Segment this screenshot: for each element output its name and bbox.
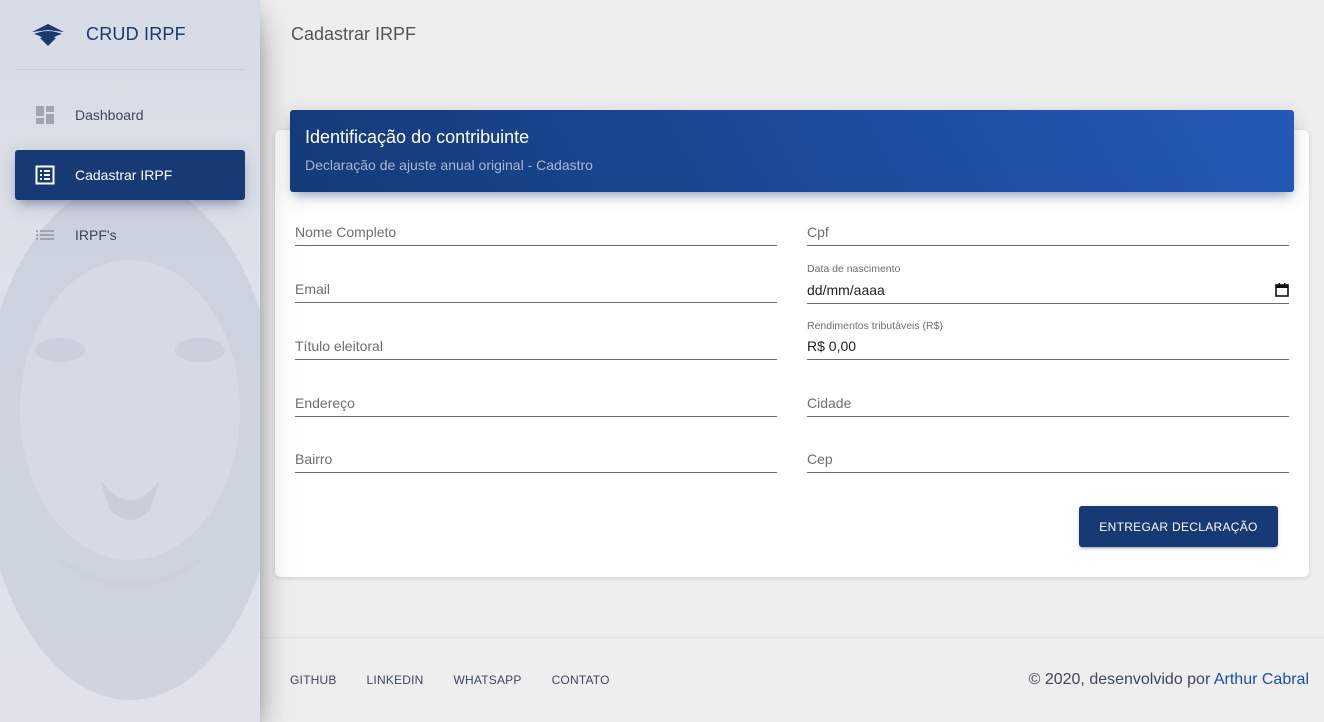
copyright-text: © 2020, desenvolvido por <box>1028 671 1211 688</box>
email-placeholder: Email <box>295 281 331 297</box>
card-header: Identificação do contribuinte Declaração… <box>290 110 1294 192</box>
entregar-declaracao-button[interactable]: ENTREGAR DECLARAÇÃO <box>1079 506 1278 547</box>
endereco-field[interactable]: Endereço <box>295 371 777 417</box>
cep-field[interactable]: Cep <box>807 427 1289 473</box>
page-title[interactable]: Cadastrar IRPF <box>291 24 416 45</box>
copyright: © 2020, desenvolvido por Arthur Cabral <box>1029 671 1309 689</box>
footer-links: GITHUB LINKEDIN WHATSAPP CONTATO <box>290 673 640 687</box>
author-link[interactable]: Arthur Cabral <box>1214 671 1309 688</box>
data-nascimento-field[interactable]: Data de nascimento dd/mm/aaaa <box>807 258 1289 304</box>
footer-link-github[interactable]: GITHUB <box>290 673 337 687</box>
sidebar-item-label: Dashboard <box>75 107 144 123</box>
main-panel: Cadastrar IRPF Identificação do contribu… <box>260 0 1324 722</box>
data-nascimento-label: Data de nascimento <box>807 263 901 275</box>
sidebar-item-irpfs[interactable]: IRPF's <box>15 210 245 260</box>
sidebar-item-label: Cadastrar IRPF <box>75 167 173 183</box>
data-nascimento-value: dd/mm/aaaa <box>807 282 885 298</box>
cpf-field[interactable]: Cpf <box>807 200 1289 246</box>
list-icon <box>35 225 55 245</box>
email-field[interactable]: Email <box>295 257 777 303</box>
footer-link-contato[interactable]: CONTATO <box>552 673 610 687</box>
list-alt-icon <box>35 165 55 185</box>
nome-completo-field[interactable]: Nome Completo <box>295 200 777 246</box>
cep-placeholder: Cep <box>807 451 833 467</box>
titulo-eleitoral-placeholder: Título eleitoral <box>295 338 383 354</box>
endereco-placeholder: Endereço <box>295 395 355 411</box>
cidade-field[interactable]: Cidade <box>807 371 1289 417</box>
titulo-eleitoral-field[interactable]: Título eleitoral <box>295 314 777 360</box>
sidebar-item-cadastrar-irpf[interactable]: Cadastrar IRPF <box>15 150 245 200</box>
calendar-icon[interactable] <box>1275 283 1289 297</box>
lion-background-image <box>0 180 260 700</box>
nome-completo-placeholder: Nome Completo <box>295 224 397 240</box>
brand-title: CRUD IRPF <box>86 24 186 44</box>
bairro-placeholder: Bairro <box>295 451 333 467</box>
dashboard-icon <box>35 105 55 125</box>
sidebar-item-label: IRPF's <box>75 227 117 243</box>
bairro-field[interactable]: Bairro <box>295 427 777 473</box>
footer-link-whatsapp[interactable]: WHATSAPP <box>454 673 522 687</box>
footer-link-linkedin[interactable]: LINKEDIN <box>367 673 424 687</box>
sidebar-nav: Dashboard Cadastrar IRPF IRPF's <box>0 90 260 260</box>
sidebar: CRUD IRPF Dashboard Cadastrar IRPF IRPF'… <box>0 0 260 722</box>
cpf-placeholder: Cpf <box>807 224 829 240</box>
brand[interactable]: CRUD IRPF <box>15 0 245 70</box>
footer: GITHUB LINKEDIN WHATSAPP CONTATO © 2020,… <box>260 637 1324 722</box>
rendimentos-value: R$ 0,00 <box>807 338 857 354</box>
card-subtitle: Declaração de ajuste anual original - Ca… <box>305 157 593 173</box>
rendimentos-label: Rendimentos tributáveis (R$) <box>807 320 943 332</box>
receita-federal-logo-icon <box>32 23 64 46</box>
sidebar-item-dashboard[interactable]: Dashboard <box>15 90 245 140</box>
card-title: Identificação do contribuinte <box>305 127 530 147</box>
cidade-placeholder: Cidade <box>807 395 852 411</box>
rendimentos-field[interactable]: Rendimentos tributáveis (R$) R$ 0,00 <box>807 314 1289 360</box>
